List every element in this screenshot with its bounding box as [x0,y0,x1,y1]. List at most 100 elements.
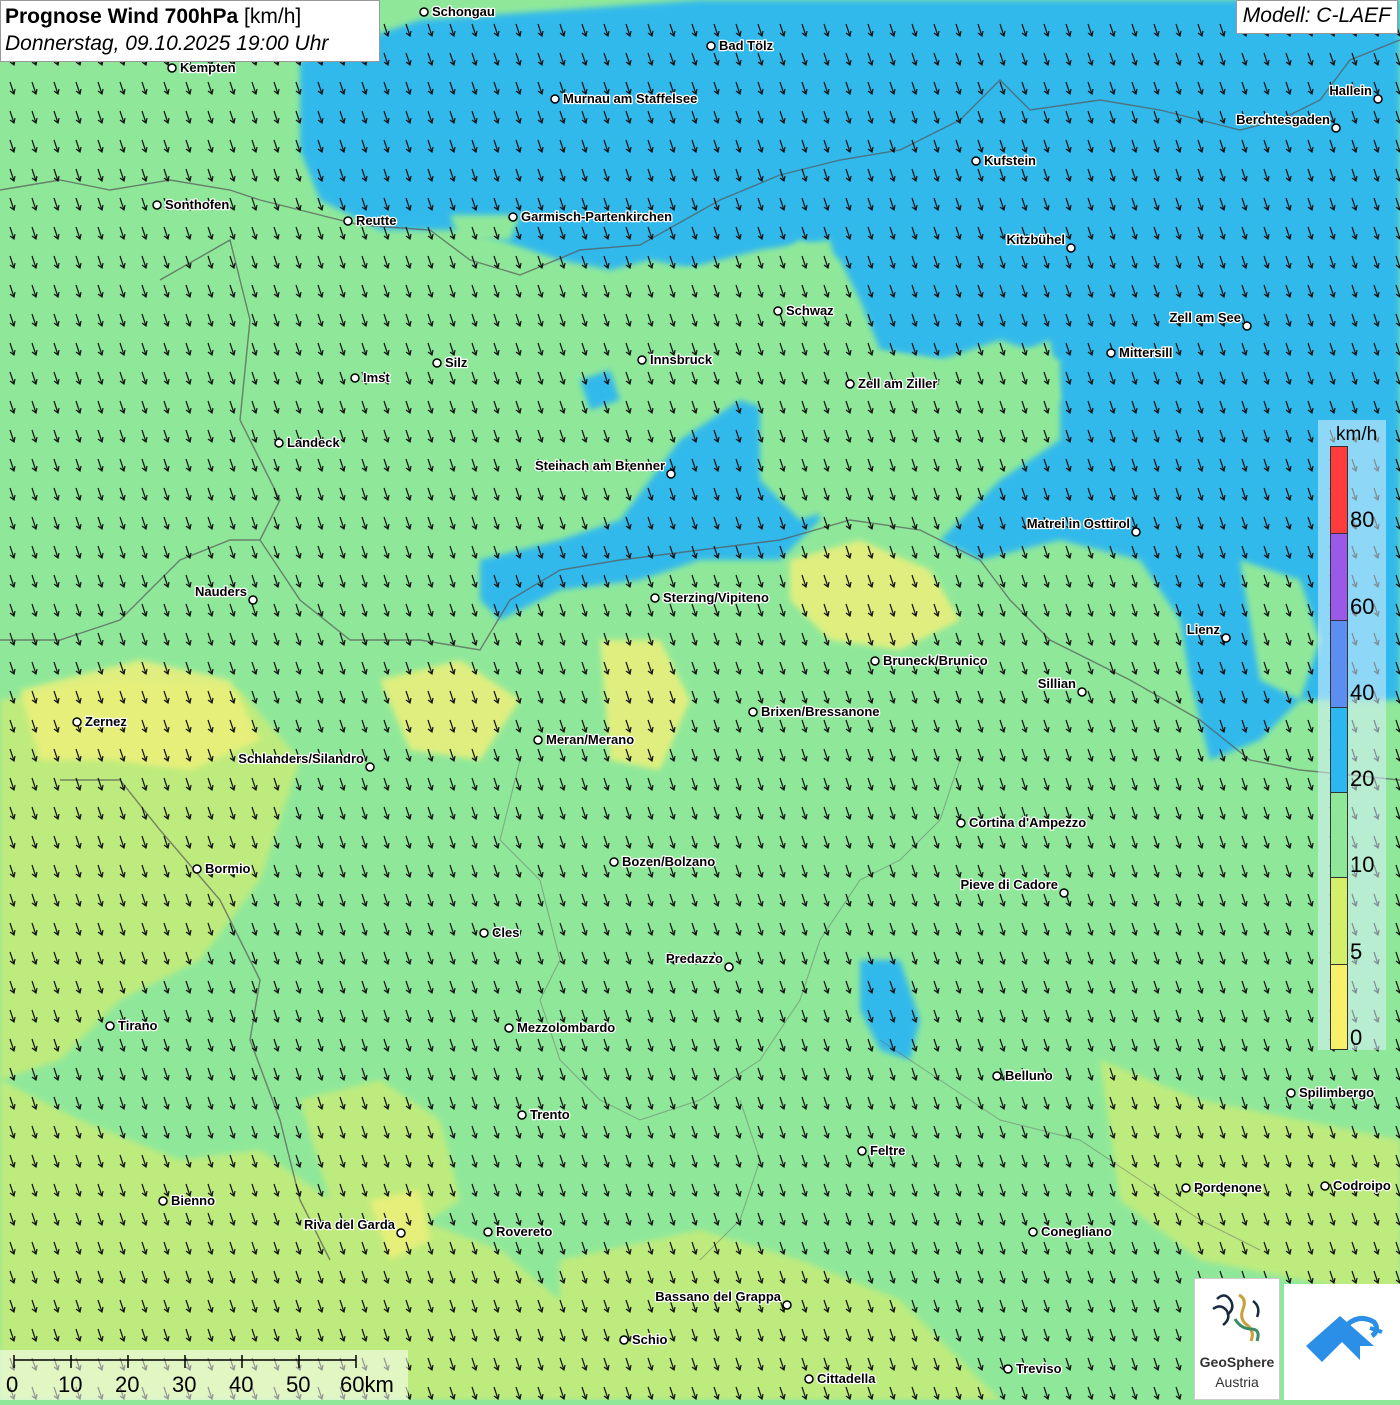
city-label: Cittadella [817,1371,876,1386]
city-marker [350,373,360,383]
city-marker [248,595,258,605]
city-label: Bienno [171,1193,215,1208]
city-marker [167,63,177,73]
city-marker [1131,527,1141,537]
city-marker [504,1023,514,1033]
city-marker [773,306,783,316]
city-marker [158,1196,168,1206]
city-marker [419,7,429,17]
city-marker [508,212,518,222]
city-marker [432,358,442,368]
scale-label-30: 30 [172,1372,197,1397]
wind-app-icon [1306,1316,1383,1362]
legend-bar-red [1330,446,1348,534]
city-label: Reutte [356,213,396,228]
city-marker [343,216,353,226]
city-marker [274,438,284,448]
scale-label-50: 50 [286,1372,311,1397]
geosphere-text-1: GeoSphere [1199,1354,1275,1370]
city-label: Imst [363,370,390,385]
city-label: Predazzo [666,951,723,966]
legend-bar-yellow-green [1330,877,1348,965]
city-label: Berchtesgaden [1236,112,1330,127]
city-label: Sterzing/Vipiteno [663,590,769,605]
city-label: Pieve di Cadore [960,877,1058,892]
city-marker [105,1021,115,1031]
legend-bar-blue-dark [1330,620,1348,708]
city-label: Spilimbergo [1299,1085,1374,1100]
scale-label-60km: 60km [340,1372,394,1397]
city-marker [1003,1364,1013,1374]
legend-tick-20: 20 [1350,766,1375,791]
city-marker [992,1071,1002,1081]
city-marker [619,1335,629,1345]
city-label: Tirano [118,1018,158,1033]
city-marker [1066,243,1076,253]
city-marker [1320,1181,1330,1191]
city-marker [804,1374,814,1384]
city-label: Zell am See [1169,310,1241,325]
city-label: Kitzbühel [1007,232,1066,247]
map-title-unit: [km/h] [244,5,302,28]
city-label: Belluno [1005,1068,1053,1083]
city-marker [1077,687,1087,697]
legend-unit: km/h [1336,424,1378,445]
scale-label-40: 40 [229,1372,254,1397]
scale-label-10: 10 [58,1372,83,1397]
legend-tick-80: 80 [1350,507,1375,532]
legend-tick-40: 40 [1350,680,1375,705]
city-marker [748,707,758,717]
city-label: Schlanders/Silandro [238,751,364,766]
city-marker [1242,321,1252,331]
geosphere-text-2: Austria [1215,1374,1259,1390]
city-marker [479,928,489,938]
city-label: Murnau am Staffelsee [563,91,697,106]
city-label: Hallein [1329,83,1372,98]
city-label: Sillian [1038,676,1076,691]
city-marker [517,1110,527,1120]
city-marker [533,735,543,745]
city-marker [365,762,375,772]
city-marker [1373,94,1383,104]
city-label: Kempten [180,60,236,75]
map-title-main: Prognose Wind 700hPa [5,5,239,28]
app-logo[interactable] [1284,1284,1400,1400]
legend-tick-5: 5 [1350,939,1363,964]
geosphere-logo-icon [1212,1293,1260,1342]
city-marker [1286,1088,1296,1098]
legend-bar-blue [1330,707,1348,793]
city-label: Meran/Merano [546,732,634,747]
city-label: Mittersill [1119,345,1172,360]
city-label: Mezzolombardo [517,1020,615,1035]
city-label: Garmisch-Partenkirchen [521,209,672,224]
city-marker [1221,633,1231,643]
city-label: Silz [445,355,468,370]
city-marker [870,656,880,666]
city-label: Innsbruck [650,352,713,367]
city-label: Codroipo [1333,1178,1391,1193]
city-marker [550,94,560,104]
city-label: Brixen/Bressanone [761,704,880,719]
city-marker [650,593,660,603]
city-label: Rovereto [496,1224,552,1239]
legend-tick-10: 10 [1350,852,1375,877]
city-label: Steinach am Brenner [535,458,665,473]
city-label: Zernez [85,714,127,729]
city-marker [483,1227,493,1237]
city-label: Bormio [205,861,251,876]
city-marker [724,962,734,972]
city-label: Schio [632,1332,667,1347]
city-marker [637,355,647,365]
city-label: Pordenone [1194,1180,1262,1195]
city-marker [152,200,162,210]
legend-bar-purple [1330,533,1348,621]
city-marker [1331,123,1341,133]
city-label: Bozen/Bolzano [622,854,715,869]
city-marker [706,41,716,51]
city-label: Schwaz [786,303,834,318]
scale-label-0: 0 [6,1372,19,1397]
city-marker [1028,1227,1038,1237]
city-marker [782,1300,792,1310]
city-marker [666,469,676,479]
model-label: Modell: C-LAEF [1235,0,1398,34]
